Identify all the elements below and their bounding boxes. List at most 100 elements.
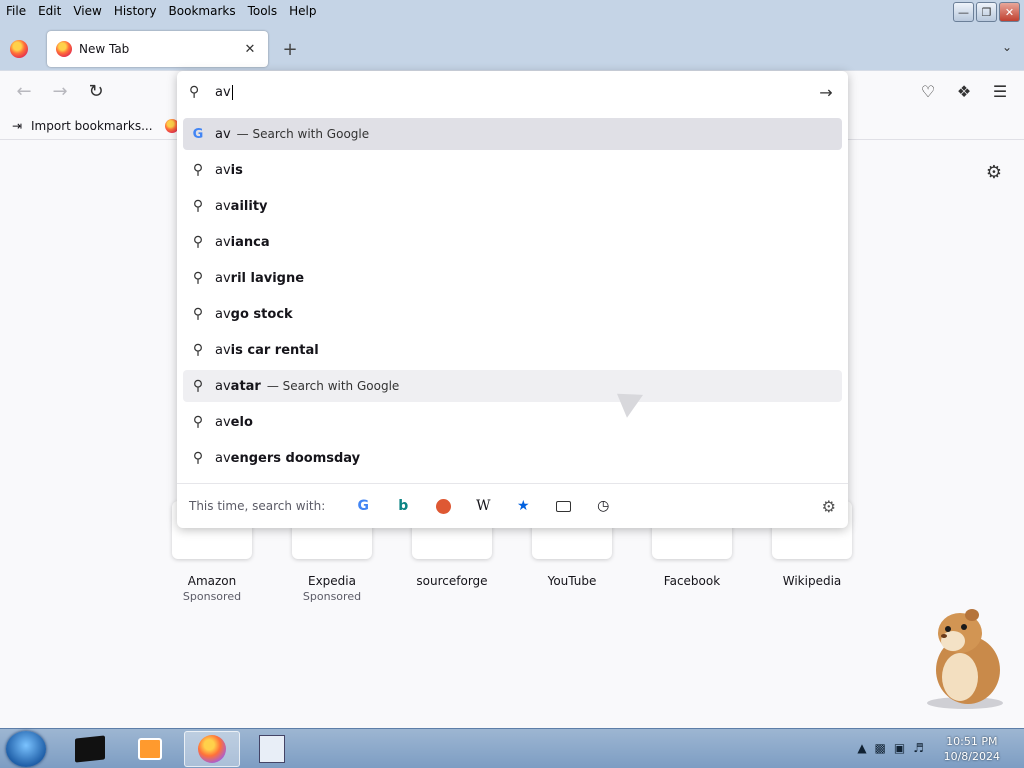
shortcut-name: YouTube [547,574,597,588]
sponsored-label: Sponsored [182,590,242,603]
clock-date: 10/8/2024 [943,750,1000,763]
forward-icon[interactable]: → [50,82,70,102]
suggestion-row[interactable]: ⚲ avianca [183,226,842,258]
clock[interactable]: 10:51 PM 10/8/2024 [944,734,1000,764]
suggestion-text: avianca [215,234,270,250]
hamster-mascot-image [927,609,1003,709]
pocket-icon[interactable]: ♡ [918,82,938,101]
menu-edit[interactable]: Edit [32,0,67,22]
display-icon[interactable]: ▣ [894,741,905,755]
google-icon: G [192,127,204,142]
import-bookmarks-label: Import bookmarks... [31,118,153,133]
gear-icon[interactable]: ⚙ [986,162,1002,183]
google-icon[interactable]: G [343,498,383,514]
one-off-search-bar: This time, search with: G b W ★ ◷ ⚙ [177,483,848,528]
start-button[interactable] [6,731,46,767]
tab-strip: New Tab ✕ + ⌄ [0,22,1024,70]
firefox-view-icon[interactable] [10,40,28,58]
search-icon: ⚲ [192,162,204,178]
shortcut-name: sourceforge [416,574,488,588]
search-icon: ⚲ [192,450,204,466]
sponsored-label: Sponsored [302,590,362,603]
menu-bar: File Edit View History Bookmarks Tools H… [0,0,1024,22]
tab-new-tab[interactable]: New Tab ✕ [47,31,268,67]
volume-icon[interactable]: ♬ [913,741,924,755]
search-icon: ⚲ [192,306,204,322]
shortcut-name: Amazon [187,574,237,588]
suggestion-text: avatar [215,378,261,394]
shortcut-name: Expedia [308,574,356,588]
search-settings-gear-icon[interactable]: ⚙ [822,497,836,516]
bing-icon[interactable]: b [383,498,423,514]
address-input[interactable]: av [215,84,816,100]
suggestion-row[interactable]: ⚲ avelo [183,406,842,438]
suggestion-text: avril lavigne [215,270,305,286]
history-clock-icon[interactable]: ◷ [583,498,623,514]
close-tab-icon[interactable]: ✕ [240,42,260,57]
suggestion-text: avis car rental [215,342,319,358]
suggestion-row[interactable]: ⚲ avril lavigne [183,262,842,294]
import-icon: ⇥ [12,118,23,133]
menu-view[interactable]: View [67,0,107,22]
menu-file[interactable]: File [0,0,32,22]
list-all-tabs-icon[interactable]: ⌄ [1002,40,1012,54]
search-icon: ⚲ [192,342,204,358]
search-icon: ⚲ [192,198,204,214]
show-hidden-icons-icon[interactable]: ▲ [857,741,866,755]
close-window-button[interactable]: ✕ [999,2,1020,22]
app-menu-icon[interactable]: ☰ [990,82,1010,101]
suggestion-text: avelo [215,414,253,430]
menu-history[interactable]: History [108,0,163,22]
menu-help[interactable]: Help [283,0,322,22]
reload-icon[interactable]: ↻ [86,82,106,102]
new-tab-button[interactable]: + [280,39,300,60]
suggestion-row[interactable]: ⚲ avis car rental [183,334,842,366]
menu-tools[interactable]: Tools [242,0,284,22]
taskbar-app-editor[interactable] [244,731,300,767]
suggestion-action-label: — Search with Google [236,127,370,141]
suggestion-row[interactable]: ⚲ availity [183,190,842,222]
suggestion-text: av [215,126,231,142]
suggestion-text: availity [215,198,268,214]
suggestion-action-label: — Search with Google [266,379,400,393]
network-icon[interactable]: ▩ [875,741,886,755]
wikipedia-icon[interactable]: W [463,498,503,514]
shortcut-name: Wikipedia [782,574,842,588]
firefox-icon [56,41,72,57]
system-tray: ▲ ▩ ▣ ♬ [857,741,924,755]
go-arrow-icon[interactable]: → [816,83,836,102]
taskbar-app-terminal[interactable] [62,731,118,767]
search-icon: ⚲ [192,234,204,250]
bookmarks-star-icon[interactable]: ★ [503,498,543,514]
import-bookmarks-item[interactable]: ⇥ Import bookmarks... [12,119,153,133]
suggestion-row[interactable]: ⚲ avis [183,154,842,186]
search-icon: ⚲ [192,270,204,286]
taskbar-app-firefox[interactable] [184,731,240,767]
suggestion-text: avgo stock [215,306,293,322]
search-icon: ⚲ [192,378,204,394]
suggestion-row[interactable]: ⚲ avgo stock [183,298,842,330]
minimize-button[interactable]: — [953,2,974,22]
extensions-icon[interactable]: ❖ [954,82,974,101]
suggestion-row[interactable]: ⚲ avengers doomsday [183,442,842,474]
suggestion-row[interactable]: Gav — Search with Google [183,118,842,150]
address-bar[interactable]: ⚲ av → [177,71,848,113]
search-with-label: This time, search with: [189,499,326,513]
restore-button[interactable]: ❐ [976,2,997,22]
urlbar-dropdown: ⚲ av → Gav — Search with Google ⚲ avis ⚲ avai… [177,71,848,528]
suggestion-row[interactable]: ⚲ avatar — Search with Google [183,370,842,402]
clock-time: 10:51 PM [946,735,998,748]
menu-bookmarks[interactable]: Bookmarks [163,0,242,22]
shortcut-name: Facebook [663,574,721,588]
tabs-icon[interactable] [543,498,583,514]
search-icon: ⚲ [192,414,204,430]
suggestion-text: avis [215,162,243,178]
taskbar: ▲ ▩ ▣ ♬ 10:51 PM 10/8/2024 [0,728,1024,768]
window-controls: — ❐ ✕ [953,2,1020,22]
back-icon[interactable]: ← [14,82,34,102]
suggestion-text: avengers doomsday [215,450,361,466]
search-engine-buttons: G b W ★ ◷ [343,498,623,514]
duckduckgo-icon[interactable] [423,498,463,514]
search-icon: ⚲ [189,84,200,100]
taskbar-app-media-player[interactable] [122,731,178,767]
